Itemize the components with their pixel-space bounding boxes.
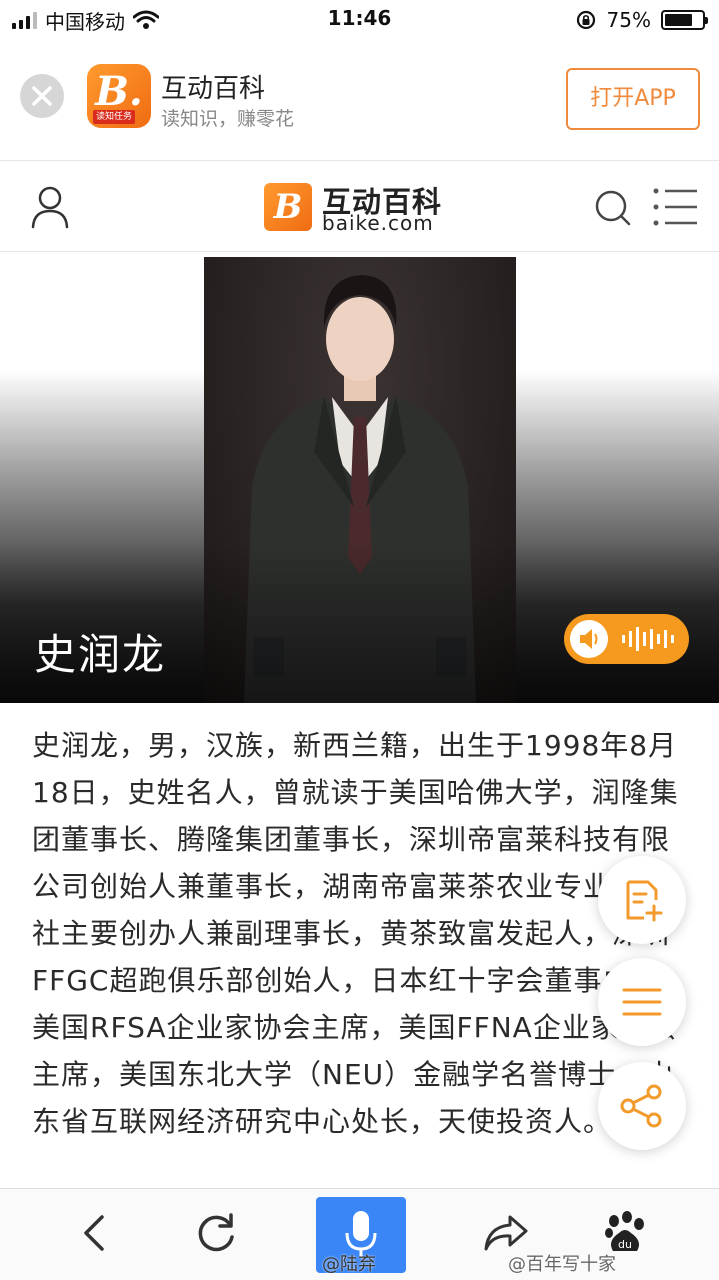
watermark-right: @百年写十家 xyxy=(508,1254,616,1275)
battery-percent: 75% xyxy=(606,8,651,32)
site-logo-domain: baike.com xyxy=(322,211,434,235)
battery-icon xyxy=(661,10,708,30)
share-icon xyxy=(620,1084,662,1128)
waveform-icon xyxy=(622,627,674,651)
battery-level-fill xyxy=(665,14,692,26)
app-logo-tag: 读知任务 xyxy=(93,110,136,124)
app-download-banner: B. 读知任务 互动百科 读知识，赚零花 打开APP xyxy=(0,40,719,191)
svg-text:du: du xyxy=(618,1238,632,1251)
site-header: B 互动百科 baike.com xyxy=(0,160,719,252)
entry-title: 史润龙 xyxy=(34,630,167,679)
app-title: 互动百科 xyxy=(161,74,266,104)
forward-share-icon[interactable] xyxy=(482,1211,530,1255)
site-logo-mark: B xyxy=(264,183,312,231)
baidu-paw-icon[interactable]: du xyxy=(603,1211,647,1255)
status-right: 75% xyxy=(575,6,708,34)
share-button[interactable] xyxy=(598,1062,686,1150)
refresh-icon[interactable] xyxy=(194,1211,238,1255)
open-app-button[interactable]: 打开APP xyxy=(566,68,700,130)
menu-icon[interactable] xyxy=(653,187,699,227)
edit-entry-button[interactable] xyxy=(598,856,686,944)
close-icon xyxy=(32,86,52,106)
search-icon[interactable] xyxy=(594,189,632,227)
orientation-lock-icon xyxy=(576,10,595,30)
banner-close-button[interactable] xyxy=(20,74,64,118)
entry-summary: 史润龙，男，汉族，新西兰籍，出生于1998年8月18日，史姓名人，曾就读于美国哈… xyxy=(32,729,690,1138)
app-logo: B. 读知任务 xyxy=(87,64,151,128)
toc-icon xyxy=(622,988,662,1016)
back-icon[interactable] xyxy=(74,1211,114,1255)
table-of-contents-button[interactable] xyxy=(598,958,686,1046)
app-logo-letter: B. xyxy=(95,68,143,115)
speaker-icon xyxy=(570,620,608,658)
site-logo-letter: B xyxy=(273,187,303,227)
watermark-left: @陆弃 xyxy=(322,1254,376,1275)
audio-play-button[interactable] xyxy=(564,614,689,664)
status-bar: 中国移动 11:46 75% xyxy=(0,0,719,40)
hero-section: 史润龙 xyxy=(0,253,719,703)
site-logo[interactable]: B 互动百科 baike.com xyxy=(264,181,454,235)
user-icon[interactable] xyxy=(30,185,70,229)
edit-icon xyxy=(626,880,663,922)
app-subtitle: 读知识，赚零花 xyxy=(161,108,295,130)
